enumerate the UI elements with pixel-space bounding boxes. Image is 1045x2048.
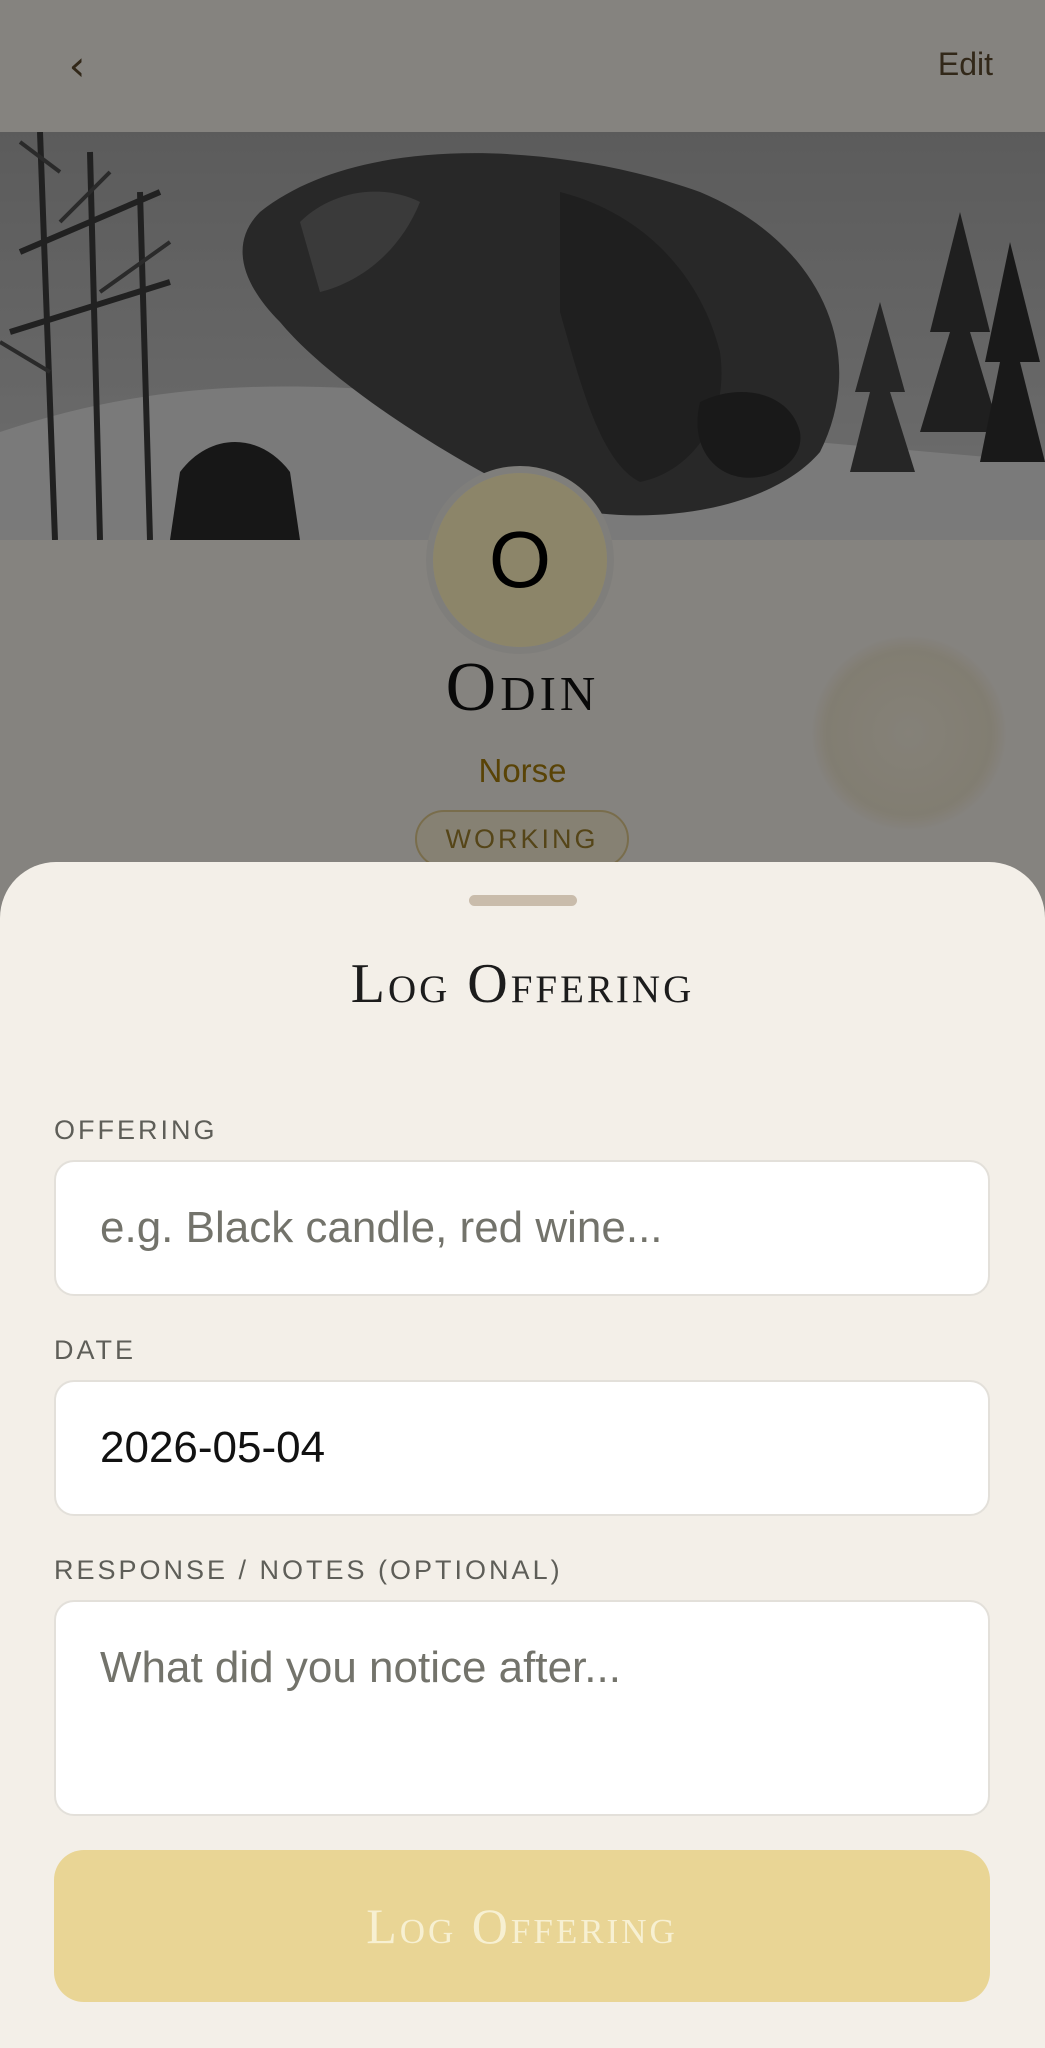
notes-textarea[interactable] [54,1600,990,1816]
offering-label: OFFERING [54,1115,218,1145]
sheet-title: Log Offering [350,953,695,1015]
offering-input[interactable] [54,1160,990,1296]
log-offering-sheet: Log Offering OFFERING DATE RESPONSE / NO… [0,862,1045,2048]
notes-label: RESPONSE / NOTES (OPTIONAL) [54,1555,563,1585]
date-input[interactable] [54,1380,990,1516]
app-screen: ‹ Edit O Odin Norse WORKING Log Offering… [0,0,1045,2048]
sheet-drag-handle[interactable] [469,895,577,906]
date-label: DATE [54,1335,137,1365]
log-offering-button[interactable]: Log Offering [54,1850,990,2002]
